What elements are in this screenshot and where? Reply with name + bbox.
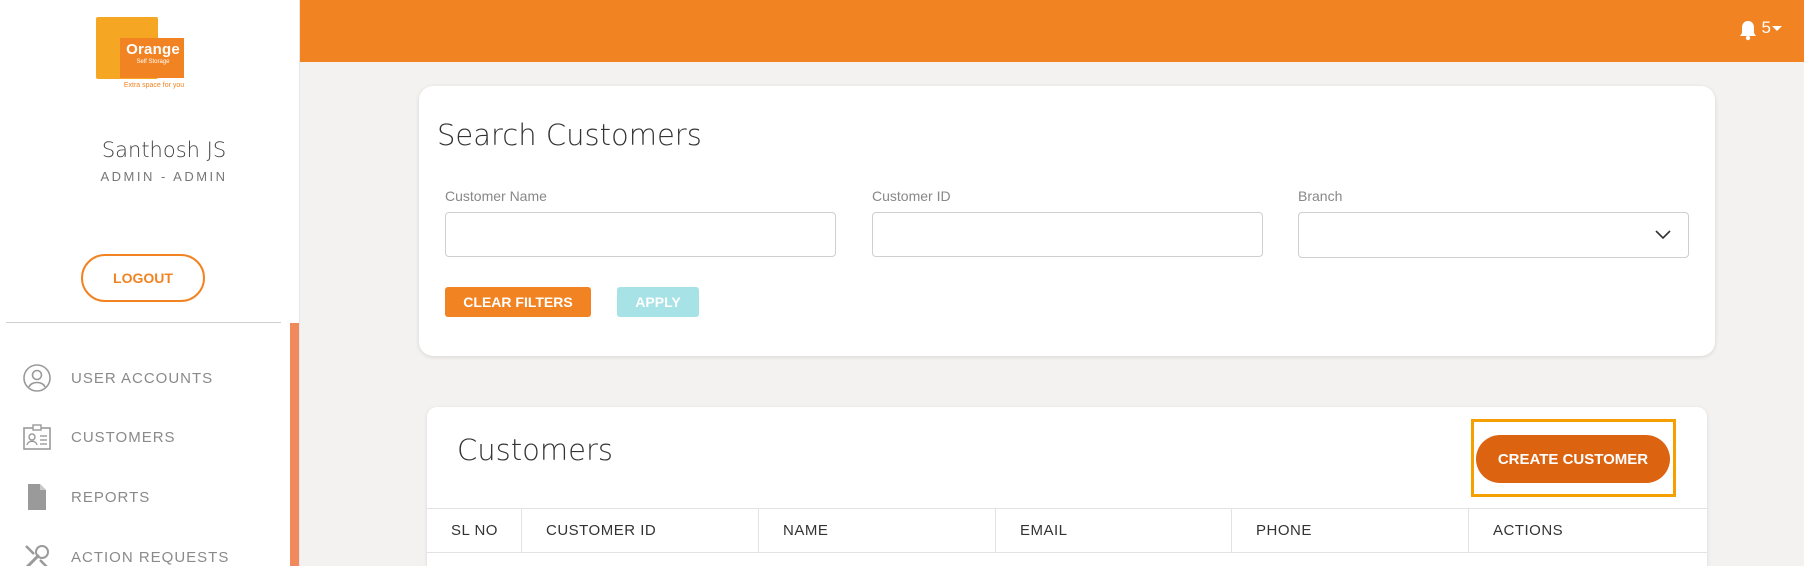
- column-header-actions[interactable]: ACTIONS: [1469, 509, 1707, 552]
- sidebar-item-user-accounts[interactable]: USER ACCOUNTS: [22, 361, 282, 395]
- logout-button[interactable]: LOGOUT: [81, 254, 205, 302]
- sidebar-divider: [6, 322, 281, 323]
- sidebar-item-reports[interactable]: REPORTS: [22, 480, 282, 514]
- customers-title: Customers: [457, 433, 613, 467]
- orange-self-storage-logo[interactable]: Orange Self Storage Extra space for you: [94, 14, 194, 89]
- top-bar: 5: [300, 0, 1804, 62]
- customer-id-label: Customer ID: [872, 188, 951, 204]
- logo-tagline: Extra space for you: [123, 82, 185, 89]
- logo-brand-text: Orange: [126, 41, 180, 58]
- search-title: Search Customers: [437, 118, 702, 152]
- tools-icon: [22, 542, 52, 566]
- customer-name-input[interactable]: [445, 212, 836, 257]
- sidebar-item-label: USER ACCOUNTS: [71, 369, 214, 387]
- notification-count[interactable]: 5: [1762, 18, 1771, 38]
- user-circle-icon: [22, 363, 52, 393]
- customers-table-header: SL NO CUSTOMER ID NAME EMAIL PHONE ACTIO…: [427, 508, 1707, 553]
- column-header-email[interactable]: EMAIL: [996, 509, 1232, 552]
- bell-icon[interactable]: [1738, 19, 1758, 41]
- id-card-icon: [22, 422, 52, 452]
- clear-filters-button[interactable]: CLEAR FILTERS: [445, 287, 591, 317]
- customers-card: Customers CREATE CUSTOMER SL NO CUSTOMER…: [427, 407, 1707, 566]
- customer-name-label: Customer Name: [445, 188, 547, 204]
- logo-brand-sub: Self Storage: [136, 59, 170, 65]
- branch-select[interactable]: [1298, 212, 1689, 258]
- column-header-phone[interactable]: PHONE: [1232, 509, 1469, 552]
- sidebar-item-customers[interactable]: CUSTOMERS: [22, 420, 282, 454]
- create-customer-button[interactable]: CREATE CUSTOMER: [1476, 435, 1670, 483]
- column-header-name[interactable]: NAME: [759, 509, 996, 552]
- search-customers-card: Search Customers Customer Name Customer …: [419, 86, 1715, 356]
- chevron-down-icon: [1654, 225, 1672, 243]
- customer-id-input[interactable]: [872, 212, 1263, 257]
- sidebar: Orange Self Storage Extra space for you …: [0, 0, 300, 566]
- sidebar-item-label: ACTION REQUESTS: [71, 548, 230, 566]
- column-header-customer-id[interactable]: CUSTOMER ID: [522, 509, 759, 552]
- sidebar-item-label: CUSTOMERS: [71, 428, 176, 446]
- sidebar-item-action-requests[interactable]: ACTION REQUESTS: [22, 540, 282, 566]
- branch-label: Branch: [1298, 188, 1343, 204]
- sidebar-item-label: REPORTS: [71, 488, 151, 506]
- chevron-down-icon[interactable]: [1772, 26, 1782, 31]
- column-header-sl-no[interactable]: SL NO: [427, 509, 522, 552]
- document-icon: [22, 482, 52, 512]
- user-name: Santhosh JS: [101, 138, 227, 162]
- user-role: ADMIN - ADMIN: [100, 169, 228, 184]
- sidebar-scrollbar[interactable]: [290, 323, 299, 566]
- apply-button[interactable]: APPLY: [617, 287, 699, 317]
